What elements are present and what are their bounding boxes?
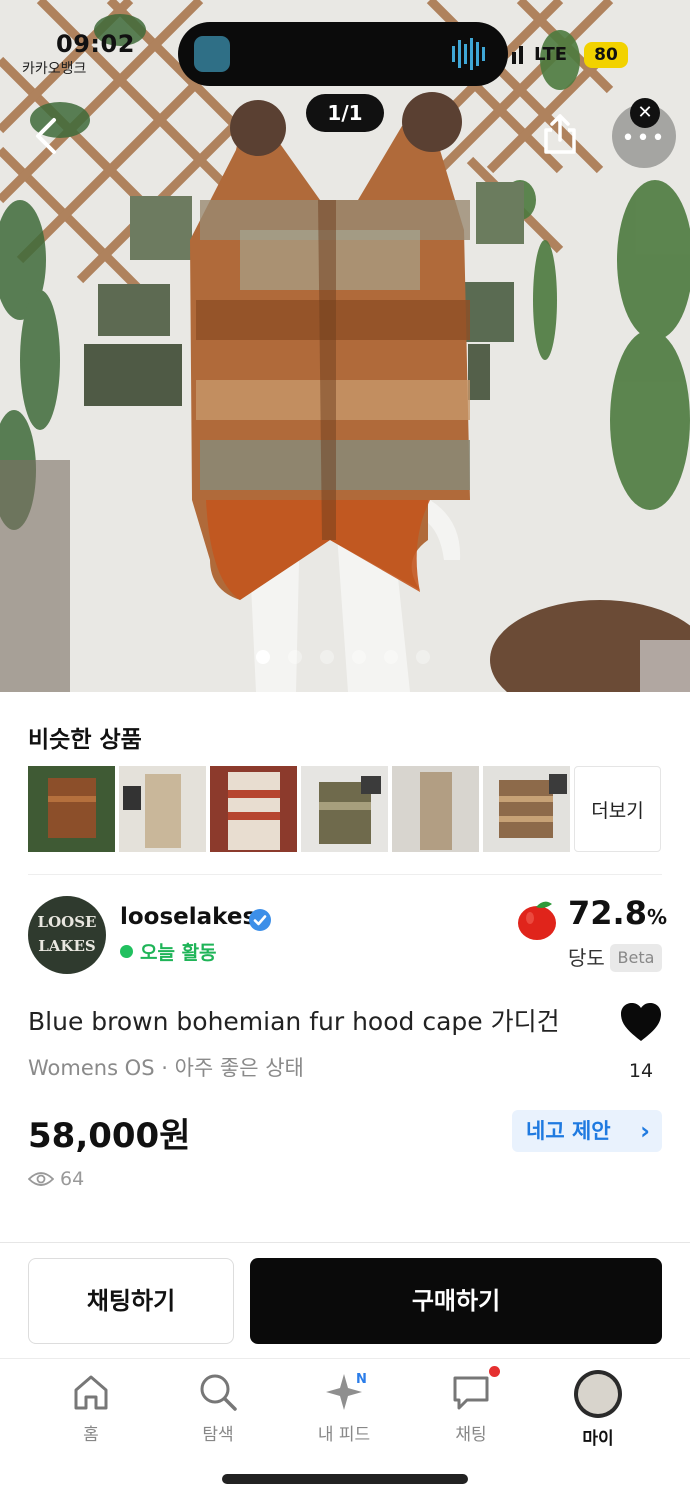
signal-icon xyxy=(512,46,523,64)
back-arrow-icon[interactable] xyxy=(28,114,64,158)
tab-chat[interactable]: 채팅 xyxy=(421,1366,521,1445)
tab-search[interactable]: 탐색 xyxy=(168,1370,268,1445)
chevron-right-icon: › xyxy=(640,1117,650,1145)
like-heart-icon[interactable] xyxy=(618,1000,664,1044)
product-title: Blue brown bohemian fur hood cape 가디건 xyxy=(28,1007,560,1036)
view-count: 64 xyxy=(28,1168,84,1190)
page-dot xyxy=(352,650,366,664)
divider xyxy=(28,874,662,875)
image-counter: 1/1 xyxy=(306,94,384,132)
image-page-indicator xyxy=(256,650,430,664)
tab-my-feed[interactable]: N 내 피드 xyxy=(294,1370,394,1445)
like-count: 14 xyxy=(628,1060,654,1082)
network-type: LTE xyxy=(534,44,568,65)
similar-item-thumbnail[interactable] xyxy=(483,766,570,852)
verified-badge-icon xyxy=(249,909,271,931)
tab-label: 내 피드 xyxy=(317,1425,371,1445)
close-icon[interactable]: ✕ xyxy=(630,98,660,128)
seller-avatar-logo: LOOSE LAKES xyxy=(37,913,97,955)
chat-button[interactable]: 채팅하기 xyxy=(28,1258,234,1344)
new-badge: N xyxy=(356,1372,367,1387)
home-indicator[interactable] xyxy=(222,1474,468,1484)
tab-label: 마이 xyxy=(582,1429,614,1449)
offer-label: 네고 제안 xyxy=(526,1119,611,1143)
similar-item-thumbnail[interactable] xyxy=(392,766,479,852)
similar-item-thumbnail[interactable] xyxy=(210,766,297,852)
product-price: 58,000원 xyxy=(28,1116,191,1156)
similar-item-thumbnail[interactable] xyxy=(28,766,115,852)
product-photo[interactable]: 09:02 카카오뱅크 LTE 80 1/1 ✕ ••• xyxy=(0,0,690,692)
more-dots-icon: ••• xyxy=(621,126,667,151)
app-activity-icon xyxy=(194,36,230,72)
beta-badge: Beta xyxy=(610,944,662,972)
activity-status-dot xyxy=(120,945,133,958)
eye-icon xyxy=(28,1172,54,1186)
status-time: 09:02 xyxy=(56,30,135,58)
seller-avatar[interactable]: LOOSE LAKES xyxy=(28,896,106,974)
home-icon xyxy=(74,1375,108,1410)
unread-dot xyxy=(489,1366,500,1377)
divider xyxy=(0,1242,690,1243)
search-icon xyxy=(200,1374,237,1411)
chat-icon xyxy=(453,1376,489,1410)
sweetness-label: 당도 xyxy=(568,946,605,970)
more-options-button[interactable]: ✕ ••• xyxy=(612,98,676,168)
page-dot xyxy=(288,650,302,664)
page-dot xyxy=(320,650,334,664)
similar-item-thumbnail[interactable] xyxy=(119,766,206,852)
divider xyxy=(0,1358,690,1359)
seller-name[interactable]: looselakes xyxy=(120,904,256,930)
price-offer-button[interactable]: 네고 제안 › xyxy=(512,1110,662,1152)
tab-my[interactable]: 마이 xyxy=(548,1370,648,1449)
tab-label: 탐색 xyxy=(202,1425,234,1445)
similar-items-row: 더보기 xyxy=(28,766,661,852)
sweetness-score: 72.8% xyxy=(568,894,667,932)
battery-indicator: 80 xyxy=(584,42,628,68)
apple-score-icon xyxy=(518,901,556,940)
share-icon[interactable] xyxy=(536,110,584,158)
tab-label: 홈 xyxy=(83,1425,99,1445)
page-dot xyxy=(416,650,430,664)
audio-wave-icon xyxy=(452,38,485,70)
view-count-value: 64 xyxy=(60,1168,85,1190)
tab-label: 채팅 xyxy=(455,1425,487,1445)
tab-home[interactable]: 홈 xyxy=(41,1370,141,1445)
similar-more-button[interactable]: 더보기 xyxy=(574,766,661,852)
back-to-app-label[interactable]: 카카오뱅크 xyxy=(22,58,86,78)
similar-item-thumbnail[interactable] xyxy=(301,766,388,852)
dynamic-island[interactable] xyxy=(178,22,508,86)
profile-avatar xyxy=(574,1370,622,1418)
page-dot xyxy=(256,650,270,664)
buy-button[interactable]: 구매하기 xyxy=(250,1258,662,1344)
product-meta: Womens OS · 아주 좋은 상태 xyxy=(28,1056,304,1080)
similar-items-title: 비슷한 상품 xyxy=(28,727,142,753)
status-bar: 09:02 카카오뱅크 LTE 80 xyxy=(0,0,690,90)
activity-status-text: 오늘 활동 xyxy=(140,942,217,964)
page-dot xyxy=(384,650,398,664)
